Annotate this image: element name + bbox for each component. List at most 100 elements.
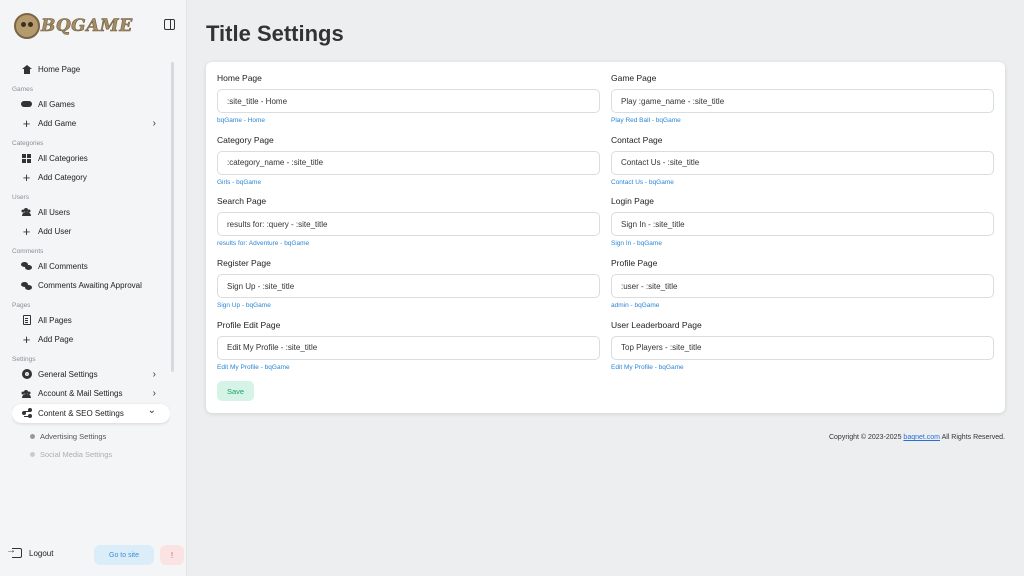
category-page-title-input[interactable]: :category_name - :site_title — [217, 150, 600, 175]
settings-card: Home Page :site_title - Home bqGame - Home… — [206, 62, 1005, 413]
logout-label: Logout — [29, 548, 54, 558]
sidebar-subitem-label: Advertising Settings — [40, 431, 107, 441]
sidebar-item-add-user[interactable]: + Add User — [12, 222, 170, 242]
sidebar-item-label: Home Page — [38, 65, 81, 75]
sidebar-item-general-settings[interactable]: General Settings › — [12, 365, 170, 385]
sidebar-item-comments-awaiting-approval[interactable]: Comments Awaiting Approval — [12, 276, 170, 296]
sidebar-subitem-advertising-settings[interactable]: Advertising Settings — [12, 427, 170, 445]
field-preview: Edit My Profile - bqGame — [217, 363, 290, 371]
field-label: Search Page — [217, 196, 267, 207]
sidebar-section-users: Users — [12, 193, 29, 201]
game-page-title-input[interactable]: Play :game_name - :site_title — [611, 89, 994, 113]
sidebar-item-label: Add Page — [38, 335, 74, 345]
sidebar-section-settings: Settings — [12, 355, 36, 363]
sidebar-section-categories: Categories — [12, 139, 44, 147]
users-icon — [21, 207, 32, 218]
grid-icon — [21, 153, 32, 164]
sidebar-item-label: Account & Mail Settings — [38, 389, 123, 399]
chevron-right-icon[interactable]: › — [153, 118, 156, 129]
sidebar-item-label: All Games — [38, 99, 75, 109]
sidebar-scrollbar[interactable] — [171, 62, 174, 372]
field-category-page: Category Page :category_name - :site_titl… — [217, 135, 600, 186]
sidebar-item-add-game[interactable]: + Add Game › — [12, 114, 170, 134]
sidebar-section-games: Games — [12, 85, 33, 93]
sidebar-item-label: Add User — [38, 227, 72, 237]
field-search-page: Search Page results for: :query - :site_t… — [217, 196, 600, 247]
gamepad-icon — [21, 99, 32, 110]
field-preview: results for: Adventure - bqGame — [217, 240, 310, 248]
comments-icon — [21, 261, 32, 272]
copyright: Copyright © 2023-2025 baqnet.com All Rig… — [829, 434, 1005, 441]
field-label: User Leaderboard Page — [611, 319, 702, 330]
plus-icon: + — [22, 116, 31, 132]
users-icon — [21, 388, 32, 399]
brand-logo[interactable]: BQGAME — [14, 13, 179, 39]
sidebar-item-label: All Comments — [38, 261, 88, 271]
chevron-right-icon[interactable]: › — [153, 369, 156, 380]
sidebar-item-label: Add Category — [38, 173, 87, 183]
document-icon — [21, 315, 32, 326]
sidebar-subitem-social-media-settings[interactable]: Social Media Settings — [12, 445, 170, 460]
sidebar-item-add-page[interactable]: + Add Page — [12, 330, 170, 350]
field-preview: bqGame - Home — [217, 117, 266, 124]
logout-icon — [6, 545, 22, 558]
field-preview: admin - bqGame — [611, 302, 660, 310]
sidebar-toggle-icon[interactable] — [164, 19, 175, 30]
sidebar-item-all-pages[interactable]: All Pages — [12, 311, 170, 331]
page-title: Title Settings — [206, 21, 344, 46]
sidebar-item-label: Add Game — [38, 119, 77, 129]
sidebar-item-label: Comments Awaiting Approval — [38, 281, 142, 291]
sidebar-item-all-users[interactable]: All Users — [12, 203, 170, 223]
field-register-page: Register Page Sign Up - :site_title Sign U… — [217, 258, 600, 309]
comments-icon — [21, 280, 32, 291]
field-label: Home Page — [217, 73, 262, 83]
field-label: Contact Page — [611, 134, 663, 145]
sidebar-item-all-games[interactable]: All Games — [12, 95, 170, 115]
field-label: Profile Page — [611, 258, 658, 269]
search-page-title-input[interactable]: results for: :query - :site_title — [217, 212, 600, 237]
profile-edit-page-title-input[interactable]: Edit My Profile - :site_title — [217, 335, 600, 360]
field-profile-edit-page: Profile Edit Page Edit My Profile - :site… — [217, 320, 600, 371]
field-preview: Sign Up - bqGame — [217, 302, 271, 310]
brand-name: BQGAME — [41, 16, 133, 37]
login-page-title-input[interactable]: Sign In - :site_title — [611, 212, 994, 237]
register-page-title-input[interactable]: Sign Up - :site_title — [217, 274, 600, 299]
home-icon — [21, 64, 32, 75]
copyright-suffix: All Rights Reserved. — [940, 434, 1005, 441]
field-contact-page: Contact Page Contact Us - :site_title Cont… — [611, 135, 994, 186]
field-preview: Contact Us - bqGame — [611, 178, 674, 186]
save-button[interactable]: Save — [217, 381, 254, 401]
chevron-down-icon[interactable]: ⌄ — [148, 405, 156, 416]
bullet-icon — [30, 433, 35, 439]
contact-page-title-input[interactable]: Contact Us - :site_title — [611, 150, 994, 175]
field-home-page: Home Page :site_title - Home bqGame - Home — [217, 73, 600, 124]
share-icon — [21, 408, 32, 419]
sidebar-item-account-mail-settings[interactable]: Account & Mail Settings › — [12, 384, 170, 404]
alert-button[interactable]: ! — [160, 545, 184, 565]
plus-icon: + — [22, 170, 31, 186]
field-game-page: Game Page Play :game_name - :site_title Pl… — [611, 73, 994, 124]
sidebar-item-label: All Users — [38, 207, 71, 217]
sidebar: BQGAME Home Page Games All Games + Add Game ›… — [0, 0, 187, 576]
home-page-title-input[interactable]: :site_title - Home — [217, 89, 600, 113]
field-preview: Play Red Ball - bqGame — [611, 117, 681, 124]
sidebar-item-all-categories[interactable]: All Categories — [12, 149, 170, 169]
sidebar-section-comments: Comments — [12, 247, 44, 255]
sidebar-item-home-page[interactable]: Home Page — [12, 60, 170, 80]
copyright-prefix: Copyright © 2023-2025 — [828, 434, 904, 441]
logout-button[interactable]: Logout — [6, 545, 54, 558]
field-label: Register Page — [217, 258, 271, 269]
plus-icon: + — [22, 332, 31, 348]
sidebar-item-content-seo-settings[interactable]: Content & SEO Settings ⌄ — [12, 403, 170, 423]
bullet-icon — [30, 451, 35, 457]
field-preview: Girls - bqGame — [217, 178, 262, 186]
go-to-site-button[interactable]: Go to site — [94, 545, 154, 565]
sidebar-item-add-category[interactable]: + Add Category — [12, 168, 170, 188]
user-leaderboard-page-title-input[interactable]: Top Players - :site_title — [611, 335, 994, 360]
chevron-right-icon[interactable]: › — [153, 388, 156, 399]
field-login-page: Login Page Sign In - :site_title Sign In -… — [611, 196, 994, 247]
copyright-link[interactable]: baqnet.com — [903, 434, 940, 441]
sidebar-item-all-comments[interactable]: All Comments — [12, 257, 170, 277]
field-label: Category Page — [217, 134, 274, 145]
profile-page-title-input[interactable]: :user - :site_title — [611, 274, 994, 299]
